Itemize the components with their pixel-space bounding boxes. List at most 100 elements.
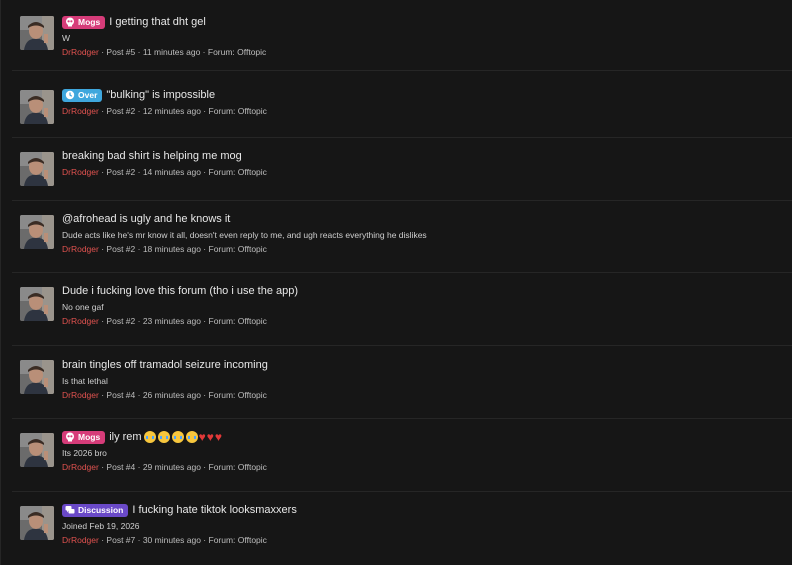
post-time: 26 minutes ago (142, 390, 201, 400)
post-title-link[interactable]: "bulking" is impossible (106, 89, 215, 101)
post-time: 30 minutes ago (142, 535, 201, 545)
username-link[interactable]: DrRodger (62, 47, 99, 57)
username-link[interactable]: DrRodger (62, 244, 99, 254)
avatar[interactable] (20, 360, 54, 394)
avatar[interactable] (20, 90, 54, 124)
post-content: Mogs I getting that dht gel W DrRodger · Po… (62, 14, 792, 58)
post-meta: DrRodger · Post #4 · 29 minutes ago · Fo… (62, 461, 792, 473)
post-number-link[interactable]: Post #2 (106, 244, 135, 254)
username-link[interactable]: DrRodger (62, 462, 99, 472)
panel-left-border (0, 0, 1, 565)
post-snippet: Its 2026 bro (62, 448, 107, 458)
post-meta: DrRodger · Post #2 · 23 minutes ago · Fo… (62, 315, 792, 327)
username-link[interactable]: DrRodger (62, 167, 99, 177)
post-title-link[interactable]: brain tingles off tramadol seizure incom… (62, 359, 268, 371)
meta-separator: · (135, 535, 143, 545)
loudly-crying-face-emoji-icon (143, 431, 156, 443)
post-title-link[interactable]: breaking bad shirt is helping me mog (62, 150, 242, 162)
post-title-link[interactable]: @afrohead is ugly and he knows it (62, 213, 230, 225)
avatar[interactable] (20, 215, 54, 249)
forum-link[interactable]: Forum: Offtopic (209, 106, 267, 116)
list-item[interactable]: Over "bulking" is impossible DrRodger · Po… (12, 87, 792, 138)
thread-prefix-badge[interactable]: Discussion (62, 503, 129, 517)
post-time: 11 minutes ago (142, 47, 201, 57)
post-meta: DrRodger · Post #2 · 14 minutes ago · Fo… (62, 166, 792, 178)
forum-link[interactable]: Forum: Offtopic (208, 47, 266, 57)
avatar[interactable] (20, 506, 54, 540)
avatar[interactable] (20, 16, 54, 50)
avatar[interactable] (20, 287, 54, 321)
post-title-line: Mogs ily rem ♥ ♥ ♥ (62, 429, 792, 445)
post-title-link[interactable]: I fucking hate tiktok looksmaxxers (132, 504, 296, 516)
list-item[interactable]: Mogs ily rem ♥ ♥ ♥ Its 2026 bro DrRodger · Pos… (12, 429, 792, 492)
meta-separator: · (135, 316, 143, 326)
thread-prefix-badge[interactable]: Mogs (62, 430, 106, 444)
loudly-crying-face-emoji-icon (185, 431, 198, 443)
forum-link[interactable]: Forum: Offtopic (209, 462, 267, 472)
post-time: 14 minutes ago (142, 167, 201, 177)
meta-separator: · (200, 244, 209, 254)
meta-separator: · (135, 390, 143, 400)
post-time: 18 minutes ago (142, 244, 201, 254)
badge-label: Mogs (78, 432, 101, 442)
avatar[interactable] (20, 152, 54, 186)
post-meta: DrRodger · Post #7 · 30 minutes ago · Fo… (62, 534, 792, 546)
post-content: Discussion I fucking hate tiktok looksmax… (62, 502, 792, 546)
forum-link[interactable]: Forum: Offtopic (209, 390, 267, 400)
username-link[interactable]: DrRodger (62, 316, 99, 326)
meta-separator: · (200, 106, 209, 116)
avatar[interactable] (20, 433, 54, 467)
chat-bubbles-icon (65, 505, 75, 515)
red-heart-emoji-icon: ♥ (214, 430, 222, 444)
meta-separator: · (200, 390, 209, 400)
post-title-link[interactable]: ily rem (109, 431, 141, 443)
thread-prefix-badge[interactable]: Mogs (62, 15, 106, 29)
post-number-link[interactable]: Post #2 (106, 316, 135, 326)
list-item[interactable]: breaking bad shirt is helping me mog DrRo… (12, 148, 792, 201)
post-time: 12 minutes ago (142, 106, 201, 116)
username-link[interactable]: DrRodger (62, 535, 99, 545)
post-time: 23 minutes ago (142, 316, 201, 326)
thread-prefix-badge[interactable]: Over (62, 88, 103, 102)
badge-label: Mogs (78, 17, 101, 27)
forum-link[interactable]: Forum: Offtopic (209, 535, 267, 545)
post-content: breaking bad shirt is helping me mog DrRo… (62, 148, 792, 178)
post-number-link[interactable]: Post #2 (106, 106, 135, 116)
post-snippet: Is that lethal (62, 376, 108, 386)
post-title-link[interactable]: Dude i fucking love this forum (tho i us… (62, 285, 298, 297)
post-number-link[interactable]: Post #5 (106, 47, 135, 57)
meta-separator: · (135, 167, 143, 177)
forum-link[interactable]: Forum: Offtopic (209, 244, 267, 254)
post-snippet: No one gaf (62, 302, 104, 312)
post-number-link[interactable]: Post #7 (106, 535, 135, 545)
forum-link[interactable]: Forum: Offtopic (209, 316, 267, 326)
red-heart-emoji-icon: ♥ (206, 430, 214, 444)
post-content: brain tingles off tramadol seizure incom… (62, 357, 792, 401)
meta-separator: · (200, 167, 209, 177)
red-heart-emoji-icon: ♥ (198, 430, 206, 444)
post-number-link[interactable]: Post #4 (106, 390, 135, 400)
post-title-line: Dude i fucking love this forum (tho i us… (62, 283, 792, 299)
post-title-line: Over "bulking" is impossible (62, 87, 792, 103)
clock-icon (65, 90, 75, 100)
post-number-link[interactable]: Post #2 (106, 167, 135, 177)
username-link[interactable]: DrRodger (62, 390, 99, 400)
search-results-panel: Mogs I getting that dht gel W DrRodger · Po… (0, 0, 792, 565)
post-number-link[interactable]: Post #4 (106, 462, 135, 472)
post-snippet: W (62, 33, 71, 43)
list-item[interactable]: Discussion I fucking hate tiktok looksmax… (12, 502, 792, 564)
post-content: Dude i fucking love this forum (tho i us… (62, 283, 792, 327)
post-title-link[interactable]: I getting that dht gel (109, 16, 206, 28)
post-meta: DrRodger · Post #2 · 12 minutes ago · Fo… (62, 105, 792, 117)
meta-separator: · (135, 47, 143, 57)
loudly-crying-face-emoji-icon (171, 431, 184, 443)
list-item[interactable]: brain tingles off tramadol seizure incom… (12, 357, 792, 419)
list-item[interactable]: @afrohead is ugly and he knows it Dude ac… (12, 211, 792, 273)
list-item[interactable]: Dude i fucking love this forum (tho i us… (12, 283, 792, 346)
post-snippet: Joined Feb 19, 2026 (62, 521, 140, 531)
forum-link[interactable]: Forum: Offtopic (209, 167, 267, 177)
list-item[interactable]: Mogs I getting that dht gel W DrRodger · Po… (12, 14, 792, 71)
username-link[interactable]: DrRodger (62, 106, 99, 116)
post-meta: DrRodger · Post #2 · 18 minutes ago · Fo… (62, 243, 792, 255)
post-title-line: breaking bad shirt is helping me mog (62, 148, 792, 164)
